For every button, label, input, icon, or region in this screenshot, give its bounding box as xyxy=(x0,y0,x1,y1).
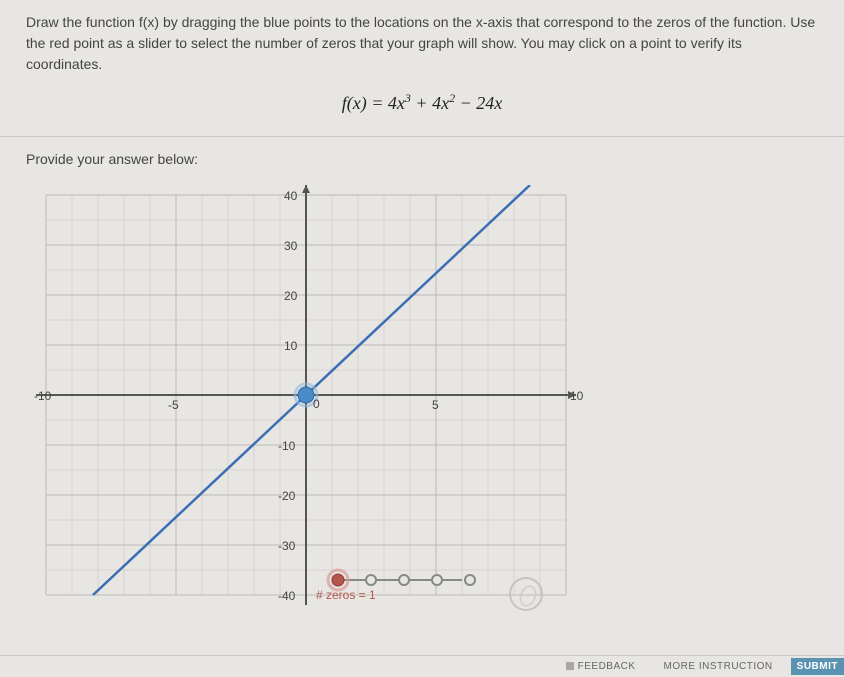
graph-area[interactable]: -10 -5 0 5 10 40 30 20 10 -10 -20 -30 -4… xyxy=(26,185,586,615)
x-tick-zero: 0 xyxy=(313,397,320,411)
hint-circle-icon[interactable] xyxy=(509,577,543,611)
x-tick-pos5: 5 xyxy=(432,398,439,412)
x-tick-neg10: -10 xyxy=(34,389,52,403)
zeros-option-2[interactable] xyxy=(366,575,376,585)
function-formula: f(x) = 4x3 + 4x2 − 24x xyxy=(26,91,818,114)
instructions-text: Draw the function f(x) by dragging the b… xyxy=(26,12,818,75)
zeros-count-label: # zeros = 1 xyxy=(316,588,376,602)
zeros-option-4[interactable] xyxy=(432,575,442,585)
y-tick-n10: -10 xyxy=(278,439,296,453)
zeros-slider-handle[interactable] xyxy=(332,574,344,586)
x-tick-neg5: -5 xyxy=(168,398,179,412)
instructions-line1: Draw the function f(x) by dragging the b… xyxy=(26,14,730,30)
y-tick-n20: -20 xyxy=(278,489,296,503)
zeros-option-5[interactable] xyxy=(465,575,475,585)
y-tick-30: 30 xyxy=(284,239,298,253)
y-tick-10: 10 xyxy=(284,339,298,353)
answer-prompt: Provide your answer below: xyxy=(26,151,818,167)
footer-bar: FEEDBACK MORE INSTRUCTION SUBMIT xyxy=(0,655,844,677)
zeros-option-3[interactable] xyxy=(399,575,409,585)
y-tick-n30: -30 xyxy=(278,539,296,553)
y-tick-20: 20 xyxy=(284,289,298,303)
section-divider xyxy=(0,136,844,137)
x-tick-pos10: 10 xyxy=(570,389,584,403)
y-tick-n40: -40 xyxy=(278,589,296,603)
feedback-button[interactable]: FEEDBACK xyxy=(556,658,646,675)
blue-zero-point[interactable] xyxy=(298,387,314,403)
more-instruction-button[interactable]: MORE INSTRUCTION xyxy=(654,658,783,675)
submit-button[interactable]: SUBMIT xyxy=(791,658,844,675)
y-tick-40: 40 xyxy=(284,189,298,203)
